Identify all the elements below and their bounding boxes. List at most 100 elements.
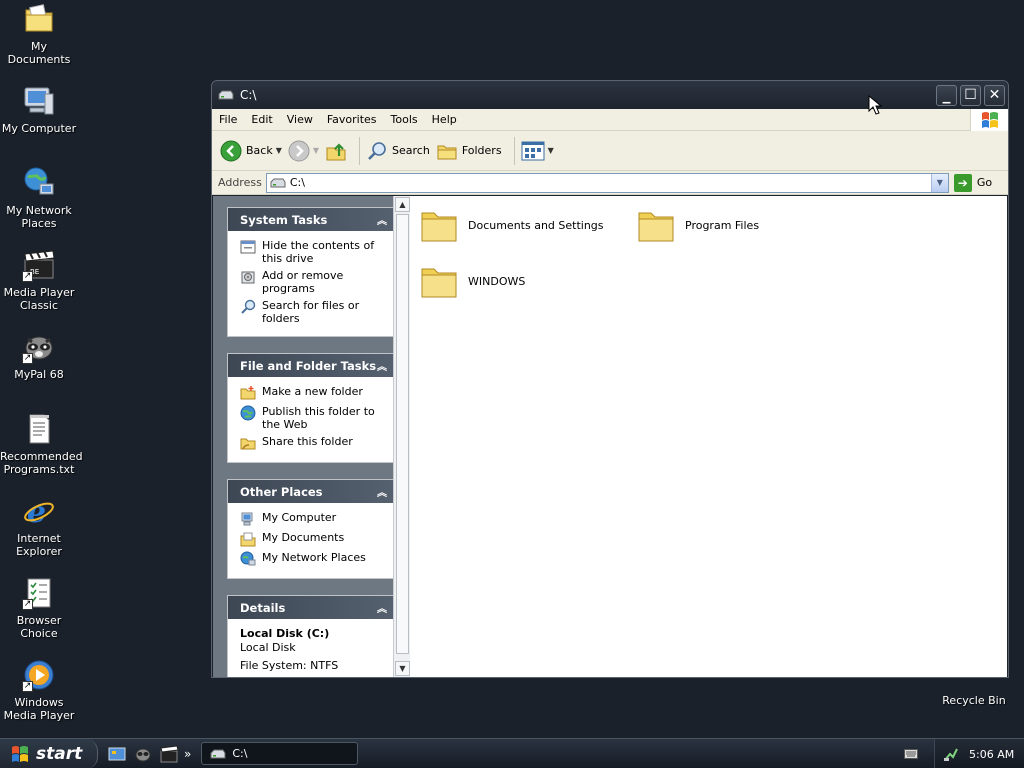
maximize-button[interactable]: ☐ (960, 84, 981, 106)
windows-logo-icon (970, 109, 1008, 131)
minimize-button[interactable]: ▁ (936, 84, 957, 106)
shortcut-arrow-icon: ↗ (22, 271, 33, 282)
menu-file[interactable]: File (212, 113, 244, 126)
desktop-icon-recycle-bin[interactable]: Recycle Bin (935, 694, 1013, 707)
collapse-chevron-icon[interactable]: ︽ (377, 484, 387, 499)
details-header[interactable]: Details ︽ (228, 596, 395, 619)
task-publish-to-web[interactable]: Publish this folder to the Web (240, 405, 385, 431)
maximize-icon: ☐ (964, 87, 977, 103)
task-hide-drive-contents[interactable]: Hide the contents of this drive (240, 239, 385, 265)
network-tray-icon[interactable] (943, 746, 959, 762)
internet-explorer-icon: e (22, 494, 56, 528)
up-folder-button[interactable] (325, 136, 347, 166)
new-folder-icon (240, 386, 256, 400)
raccoon-icon[interactable] (134, 745, 152, 763)
address-label: Address (218, 176, 262, 189)
task-add-remove-programs[interactable]: Add or remove programs (240, 269, 385, 295)
desktop-icon-windows-media-player[interactable]: ↗ Windows Media Player (0, 658, 78, 722)
details-type: Local Disk (240, 641, 296, 654)
task-label: Hide the contents of this drive (262, 239, 375, 265)
start-button[interactable]: start (0, 738, 98, 768)
menu-tools[interactable]: Tools (384, 113, 425, 126)
views-dropdown-icon: ▼ (547, 146, 554, 155)
checklist-icon: ↗ (22, 576, 56, 610)
task-make-new-folder[interactable]: Make a new folder (240, 385, 385, 401)
system-tasks-panel: System Tasks ︽ Hide the contents of this… (227, 207, 396, 337)
share-folder-icon (240, 438, 256, 450)
task-label: Share this folder (262, 435, 353, 448)
address-dropdown-icon[interactable]: ▼ (930, 173, 948, 192)
close-button[interactable]: ✕ (984, 84, 1005, 106)
desktop-icon-browser-choice[interactable]: ↗ Browser Choice (0, 576, 78, 640)
menu-view[interactable]: View (280, 113, 320, 126)
desktop-icon-my-documents[interactable]: My Documents (0, 2, 78, 66)
details-name: Local Disk (C:) (240, 627, 330, 640)
other-places-header[interactable]: Other Places ︽ (228, 480, 395, 503)
task-share-folder[interactable]: Share this folder (240, 435, 385, 451)
back-label: Back (246, 144, 273, 157)
back-dropdown-icon[interactable]: ▼ (276, 146, 282, 155)
details-panel: Details ︽ Local Disk (C:) Local Disk Fil… (227, 595, 396, 677)
task-label: Add or remove programs (262, 269, 344, 295)
taskbar-window-button[interactable]: C:\ (201, 742, 359, 765)
address-input[interactable]: C:\ ▼ (265, 172, 949, 193)
place-label: My Documents (262, 531, 345, 544)
task-search-files[interactable]: Search for files or folders (240, 299, 385, 325)
desktop-icon-label: My Network Places (6, 204, 72, 230)
task-label: Search for files or folders (262, 299, 360, 325)
menu-favorites[interactable]: Favorites (320, 113, 384, 126)
place-my-computer[interactable]: My Computer (240, 511, 385, 527)
collapse-chevron-icon[interactable]: ︽ (377, 600, 387, 615)
desktop-icon-internet-explorer[interactable]: e Internet Explorer (0, 494, 78, 558)
chevron-up-icon: ▲ (399, 200, 406, 209)
system-tasks-header[interactable]: System Tasks ︽ (228, 208, 395, 231)
clock[interactable]: 5:06 AM (969, 748, 1014, 761)
my-computer-icon (22, 84, 56, 118)
views-button[interactable]: ▼ (521, 136, 554, 166)
keyboard-icon[interactable] (904, 748, 918, 760)
desktop-icon-my-network-places[interactable]: My Network Places (0, 166, 78, 230)
globe-icon (240, 405, 256, 421)
menu-help[interactable]: Help (425, 113, 464, 126)
collapse-chevron-icon[interactable]: ︽ (377, 212, 387, 227)
folders-label: Folders (461, 144, 502, 157)
search-button[interactable]: Search (366, 136, 430, 166)
folders-button[interactable]: Folders (436, 136, 502, 166)
show-desktop-icon[interactable] (108, 745, 126, 763)
task-label: Publish this folder to the Web (262, 405, 375, 431)
quick-launch-expand-icon[interactable]: » (184, 747, 191, 761)
place-my-documents[interactable]: My Documents (240, 531, 385, 547)
desktop-icon-label: My Computer (1, 122, 77, 135)
windows-logo-icon (12, 745, 28, 762)
desktop-icon-recommended-programs[interactable]: Recommended Programs.txt (0, 412, 83, 476)
forward-dropdown-icon[interactable]: ▼ (313, 146, 319, 155)
folder-item[interactable]: Program Files (637, 206, 759, 244)
desktop-icon-my-computer[interactable]: My Computer (0, 84, 78, 135)
collapse-chevron-icon[interactable]: ︽ (377, 358, 387, 373)
go-button[interactable]: ➔ Go (953, 173, 993, 192)
menu-edit[interactable]: Edit (244, 113, 279, 126)
file-folder-tasks-header[interactable]: File and Folder Tasks ︽ (228, 354, 395, 377)
task-pane-scrollbar[interactable]: ▲ ▼ (393, 196, 410, 677)
folder-item[interactable]: WINDOWS (420, 262, 525, 300)
folder-item[interactable]: Documents and Settings (420, 206, 604, 244)
menu-bar: File Edit View Favorites Tools Help (212, 109, 1008, 131)
network-places-icon (22, 166, 56, 200)
shortcut-arrow-icon: ↗ (22, 353, 33, 364)
folder-name: Program Files (685, 218, 760, 232)
back-button[interactable]: Back ▼ (220, 136, 282, 166)
explorer-window[interactable]: C:\ ▁ ☐ ✕ File Edit View Favorites Tools… (211, 80, 1009, 678)
desktop-icon-mypal[interactable]: ↗ MyPal 68 (0, 330, 78, 381)
place-my-network-places[interactable]: My Network Places (240, 551, 385, 567)
forward-button[interactable]: ▼ (288, 136, 319, 166)
panel-title: Other Places (240, 484, 323, 499)
scroll-thumb[interactable] (396, 214, 409, 654)
window-titlebar[interactable]: C:\ ▁ ☐ ✕ (212, 81, 1008, 109)
close-icon: ✕ (988, 87, 1001, 103)
scroll-down-button[interactable]: ▼ (395, 661, 410, 676)
desktop-icon-media-player-classic[interactable]: BE ↗ Media Player Classic (0, 248, 78, 312)
forward-arrow-icon (288, 140, 310, 161)
go-label: Go (976, 176, 993, 189)
clapperboard-icon[interactable] (160, 744, 178, 763)
scroll-up-button[interactable]: ▲ (395, 197, 410, 212)
